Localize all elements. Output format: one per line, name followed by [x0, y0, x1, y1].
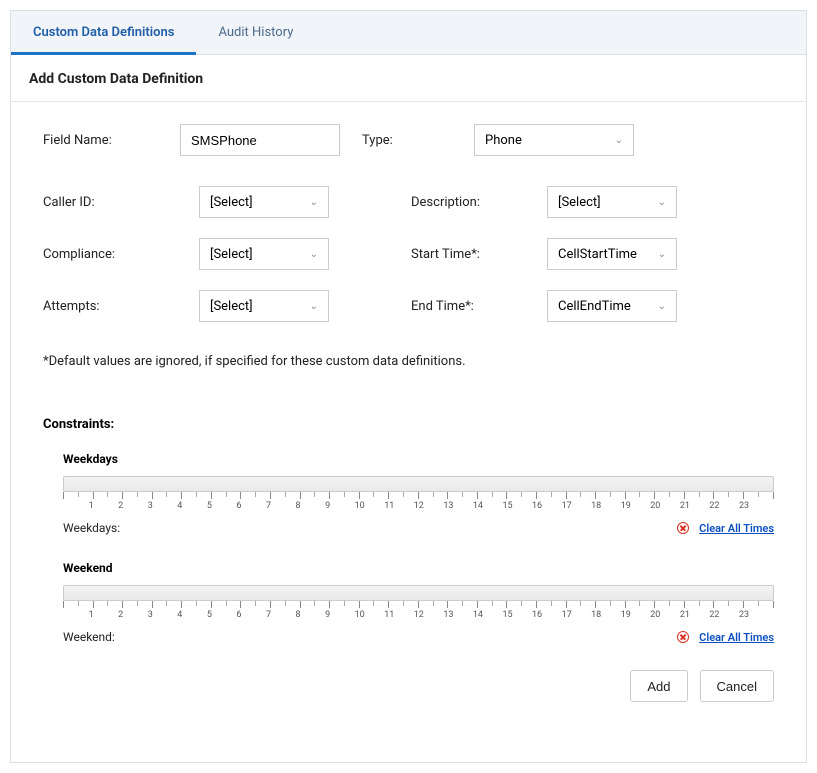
type-select-value: Phone	[485, 133, 522, 148]
action-bar: Add Cancel	[43, 670, 774, 702]
compliance-select[interactable]: [Select] ⌄	[199, 238, 329, 270]
start-time-label: Start Time*:	[411, 247, 531, 262]
compliance-label: Compliance:	[43, 247, 183, 262]
chevron-down-icon: ⌄	[658, 249, 666, 260]
app-frame: Custom Data Definitions Audit History Ad…	[0, 0, 817, 773]
chevron-down-icon: ⌄	[310, 197, 318, 208]
weekend-ticks: 1234567891011121314151617181920212223	[63, 604, 774, 622]
caller-id-label: Caller ID:	[43, 195, 183, 210]
weekdays-clear-link[interactable]: Clear All Times	[699, 522, 774, 535]
form-lower-grid: Caller ID: [Select] ⌄ Description: [Sele…	[43, 186, 774, 322]
weekend-footer: Weekend: Clear All Times	[63, 630, 774, 644]
weekdays-ticks: 1234567891011121314151617181920212223	[63, 495, 774, 513]
attempts-label: Attempts:	[43, 299, 183, 314]
constraints-title: Constraints:	[43, 417, 774, 432]
weekdays-footer: Weekdays: Clear All Times	[63, 521, 774, 535]
weekend-timeline[interactable]	[63, 585, 774, 601]
caller-id-value: [Select]	[210, 195, 253, 210]
form-top-row: Field Name: Type: Phone ⌄	[43, 124, 774, 156]
default-values-note: *Default values are ignored, if specifie…	[43, 354, 774, 369]
end-time-label: End Time*:	[411, 299, 531, 314]
attempts-select[interactable]: [Select] ⌄	[199, 290, 329, 322]
start-time-select[interactable]: CellStartTime ⌄	[547, 238, 677, 270]
weekdays-block: Weekdays 1234567891011121314151617181920…	[63, 452, 774, 535]
field-name-label: Field Name:	[43, 133, 158, 148]
start-time-value: CellStartTime	[558, 247, 637, 262]
tabs-bar: Custom Data Definitions Audit History	[11, 11, 806, 55]
type-select[interactable]: Phone ⌄	[474, 124, 634, 156]
section-title: Add Custom Data Definition	[11, 55, 806, 102]
chevron-down-icon: ⌄	[310, 249, 318, 260]
chevron-down-icon: ⌄	[658, 197, 666, 208]
description-value: [Select]	[558, 195, 601, 210]
compliance-value: [Select]	[210, 247, 253, 262]
close-icon[interactable]	[677, 631, 689, 643]
type-label: Type:	[362, 133, 452, 148]
content-area: Field Name: Type: Phone ⌄ Caller ID: [Se…	[11, 102, 806, 762]
weekdays-title: Weekdays	[63, 452, 774, 466]
tab-audit-history[interactable]: Audit History	[196, 11, 315, 54]
weekend-title: Weekend	[63, 561, 774, 575]
panel: Custom Data Definitions Audit History Ad…	[10, 10, 807, 763]
end-time-value: CellEndTime	[558, 299, 631, 314]
weekend-block: Weekend 12345678910111213141516171819202…	[63, 561, 774, 644]
add-button[interactable]: Add	[630, 670, 687, 702]
close-icon[interactable]	[677, 522, 689, 534]
tab-custom-data-definitions[interactable]: Custom Data Definitions	[11, 11, 196, 54]
end-time-select[interactable]: CellEndTime ⌄	[547, 290, 677, 322]
weekdays-timeline[interactable]	[63, 476, 774, 492]
constraints-section: Constraints: Weekdays 123456789101112131…	[43, 417, 774, 644]
attempts-value: [Select]	[210, 299, 253, 314]
weekend-clear-link[interactable]: Clear All Times	[699, 631, 774, 644]
description-select[interactable]: [Select] ⌄	[547, 186, 677, 218]
chevron-down-icon: ⌄	[310, 301, 318, 312]
description-label: Description:	[411, 195, 531, 210]
chevron-down-icon: ⌄	[658, 301, 666, 312]
field-name-input[interactable]	[180, 124, 340, 156]
chevron-down-icon: ⌄	[615, 135, 623, 146]
caller-id-select[interactable]: [Select] ⌄	[199, 186, 329, 218]
weekdays-footer-label: Weekdays:	[63, 521, 120, 535]
cancel-button[interactable]: Cancel	[700, 670, 774, 702]
weekend-footer-label: Weekend:	[63, 630, 115, 644]
